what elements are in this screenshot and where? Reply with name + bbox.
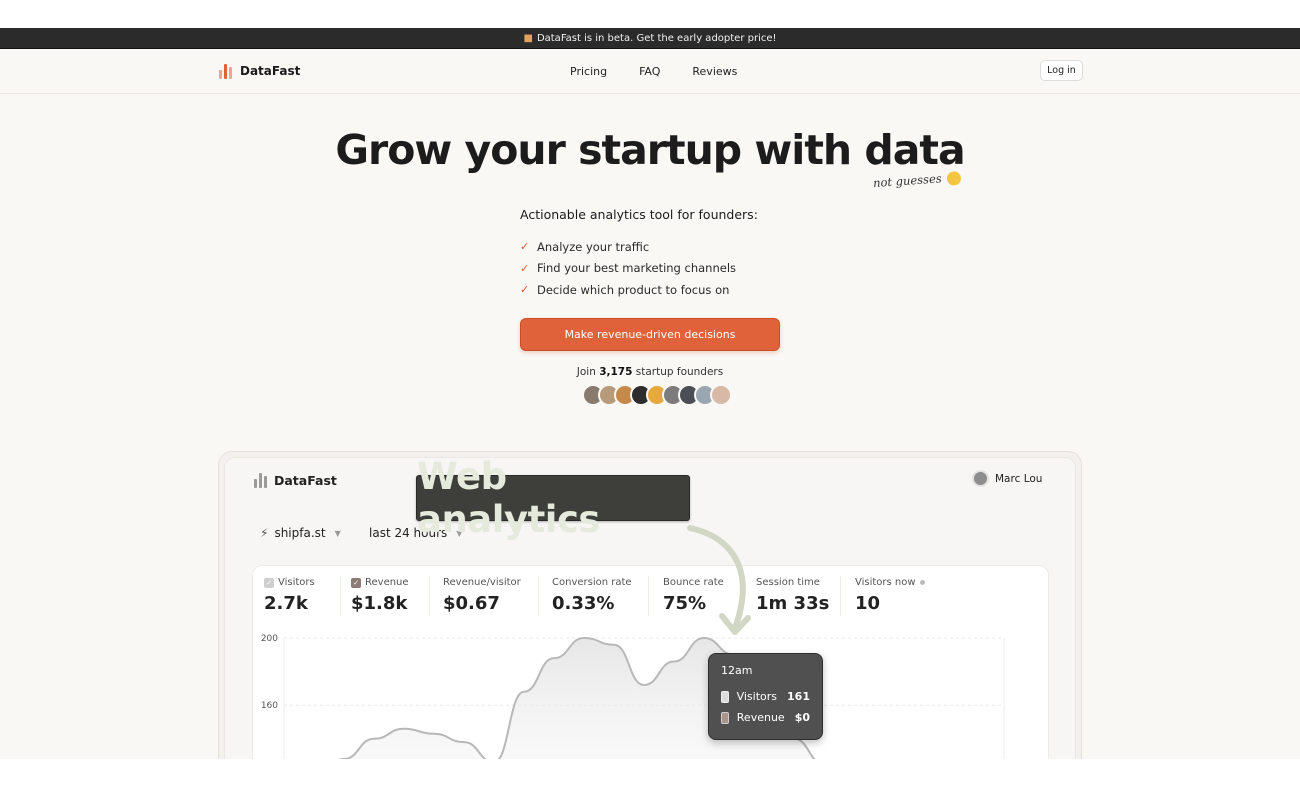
tooltip-time: 12am: [721, 664, 753, 677]
login-button[interactable]: Log in: [1040, 60, 1083, 81]
avatar: [710, 384, 732, 406]
annotation-arrow: [687, 525, 751, 635]
stat-visitors[interactable]: ✓ Visitors 2.7k: [264, 577, 315, 614]
checkbox-icon[interactable]: ✓: [264, 577, 274, 588]
tooltip-value: $0: [794, 711, 810, 724]
visitors-chart[interactable]: 120160200$400: [252, 626, 1049, 759]
divider: [840, 576, 841, 616]
tooltip-label: Revenue: [736, 711, 785, 724]
user-name: Marc Lou: [995, 472, 1043, 485]
hero-title: Grow your startup with data: [335, 126, 965, 174]
stat-conversion-rate: Conversion rate 0.33%: [552, 577, 632, 614]
brand-logo[interactable]: DataFast: [219, 63, 300, 79]
raised-eyebrow-emoji-icon: [946, 170, 962, 186]
web-analytics-callout: Web analytics: [416, 455, 690, 541]
feature-item: ✓ Analyze your traffic: [520, 236, 736, 258]
top-nav: DataFast Pricing FAQ Reviews Log in: [0, 49, 1300, 94]
brand-name: DataFast: [240, 64, 301, 78]
bar-chart-logo-icon: [219, 63, 232, 79]
stat-value: 0.33%: [552, 593, 615, 614]
feature-text: Find your best marketing channels: [537, 261, 737, 276]
tooltip-row-revenue: Revenue $0: [721, 707, 810, 728]
tooltip-value: 161: [787, 690, 810, 703]
nav-link-reviews[interactable]: Reviews: [692, 65, 737, 78]
divider: [340, 576, 341, 616]
live-dot-icon: [919, 580, 925, 585]
feature-list: ✓ Analyze your traffic ✓ Find your best …: [520, 236, 736, 301]
stat-label-row: ✓ Visitors: [264, 577, 315, 588]
chevron-down-icon: ▼: [334, 528, 341, 538]
feature-item: ✓ Decide which product to focus on: [520, 279, 736, 301]
site-selector[interactable]: ⚡︎ shipfa.st ▼: [260, 526, 341, 540]
nav-link-faq[interactable]: FAQ: [639, 65, 660, 78]
stat-label: Visitors now: [855, 577, 916, 588]
bar-chart-logo-icon: [254, 472, 267, 488]
gift-icon: ■: [523, 32, 533, 44]
founder-avatars: [582, 384, 732, 406]
avatar: [972, 470, 989, 487]
stat-value: 2.7k: [264, 593, 308, 614]
stat-visitors-now: Visitors now 10: [855, 577, 925, 614]
tooltip-row-visitors: Visitors 161: [721, 686, 810, 707]
site-name: shipfa.st: [274, 526, 326, 540]
check-icon: ✓: [520, 283, 530, 297]
stat-label-row: Visitors now: [855, 577, 925, 588]
check-icon: ✓: [520, 261, 530, 275]
y-tick-label: 200: [261, 634, 278, 644]
dashboard-brand-name: DataFast: [274, 472, 337, 488]
divider: [538, 576, 539, 616]
nav-link-pricing[interactable]: Pricing: [570, 65, 607, 78]
hero-subhead: Actionable analytics tool for founders:: [520, 207, 758, 222]
page-viewport: ■ DataFast is in beta. Get the early ado…: [0, 28, 1300, 759]
hero-note-text: not guesses: [872, 171, 943, 191]
stat-revenue[interactable]: ✓ Revenue $1.8k: [351, 577, 409, 614]
social-proof-text: Join 3,175 startup founders: [0, 366, 1300, 378]
dashboard-brand: DataFast: [254, 472, 337, 488]
user-menu[interactable]: Marc Lou: [972, 470, 1042, 487]
stat-label: Visitors: [278, 577, 315, 588]
nav-links: Pricing FAQ Reviews: [570, 65, 769, 78]
check-icon: ✓: [520, 240, 530, 254]
beta-banner[interactable]: ■ DataFast is in beta. Get the early ado…: [0, 28, 1300, 49]
y-tick-label: 160: [261, 701, 278, 711]
checkbox-icon[interactable]: ✓: [351, 577, 361, 588]
divider: [648, 576, 649, 616]
arrow-curve: [687, 525, 746, 631]
feature-item: ✓ Find your best marketing channels: [520, 258, 736, 280]
chart-tooltip: 12am Visitors 161 Revenue $0: [708, 653, 823, 740]
divider: [429, 576, 430, 616]
tooltip-label: Visitors: [736, 690, 778, 703]
bolt-icon: ⚡︎: [260, 526, 269, 540]
join-suffix: startup founders: [632, 366, 724, 378]
stat-value: $0.67: [443, 593, 500, 614]
stat-label: Revenue/visitor: [443, 577, 521, 588]
cta-button[interactable]: Make revenue-driven decisions: [520, 318, 780, 351]
revenue-swatch: [721, 711, 729, 724]
stat-label-row: ✓ Revenue: [351, 577, 409, 588]
feature-text: Decide which product to focus on: [537, 282, 730, 297]
stat-label: Conversion rate: [552, 577, 632, 588]
stat-value: 10: [855, 593, 881, 614]
founder-count: 3,175: [599, 366, 633, 378]
join-prefix: Join: [576, 366, 600, 378]
stat-label: Revenue: [365, 577, 409, 588]
stat-value: $1.8k: [351, 593, 408, 614]
visitors-area: [343, 638, 815, 759]
visitors-swatch: [721, 690, 729, 703]
feature-text: Analyze your traffic: [537, 239, 650, 254]
banner-text: DataFast is in beta. Get the early adopt…: [536, 32, 777, 44]
stat-revenue-per-visitor: Revenue/visitor $0.67: [443, 577, 521, 614]
